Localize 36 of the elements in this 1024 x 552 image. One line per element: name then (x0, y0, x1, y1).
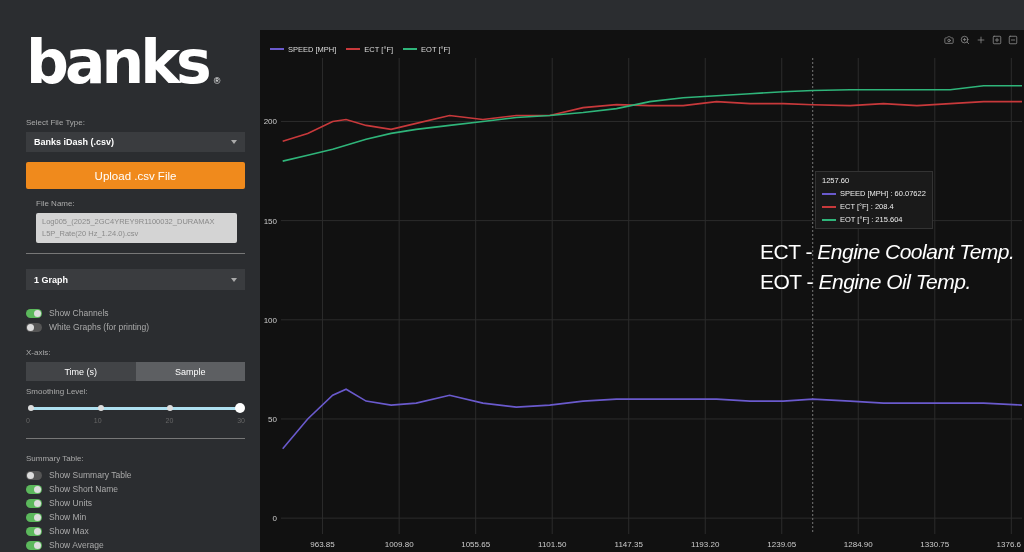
axis-tick-label: 150 (263, 216, 277, 226)
axis-tick-label: 1147.35 (614, 540, 643, 549)
axis-tick-label: 0 (272, 514, 277, 524)
caption-text: ECT - Engine Coolant Temp. (760, 240, 1015, 264)
axis-tick-label: 1376.6 (996, 540, 1021, 549)
axis-tick-label: 963.85 (310, 540, 335, 549)
field-label: File Name: (36, 199, 76, 209)
toggle-label: Show Min (49, 512, 87, 522)
axis-tick-label: 1193.20 (691, 540, 720, 549)
axis-tick-label: 100 (263, 315, 277, 325)
field-label: Summary Table: (26, 454, 85, 463)
toggle-label: Show Units (49, 498, 92, 508)
toggle-label: Show Summary Table (49, 470, 132, 480)
graph-count-dropdown[interactable]: 1 Graph (26, 269, 245, 290)
axis-tick-label: 1330.75 (920, 540, 950, 549)
field-label: X-axis: (26, 348, 52, 357)
axis-tick-label: 1009.80 (384, 540, 414, 549)
file-type-dropdown[interactable]: Banks iDash (.csv) (26, 131, 245, 153)
toggle-label: Show Max (49, 526, 89, 536)
registered-mark: ® (213, 75, 221, 86)
field-label: Smoothing Level: (26, 387, 89, 396)
axis-tick-label: 1055.65 (461, 540, 491, 549)
caption-text: EOT - Engine Oil Temp. (760, 270, 972, 294)
toggle-label: Show Average (49, 540, 104, 550)
field-label: Select File Type: (26, 117, 86, 127)
axis-tick-label: 1284.90 (843, 540, 873, 549)
axis-tick-label: 1101.50 (538, 540, 567, 549)
axis-tick-label: 200 (263, 117, 277, 127)
toggle-label: White Graphs (for printing) (49, 322, 150, 332)
axis-tick-label: 50 (268, 414, 277, 424)
axis-tick-label: 1239.05 (767, 540, 797, 549)
toggle-label: Show Channels (49, 308, 109, 318)
x-axis-option[interactable]: Sample (135, 362, 245, 381)
toggle-label: Show Short Name (49, 484, 118, 494)
x-axis-option[interactable]: Time (s) (26, 362, 136, 381)
logo: banks (26, 33, 208, 90)
